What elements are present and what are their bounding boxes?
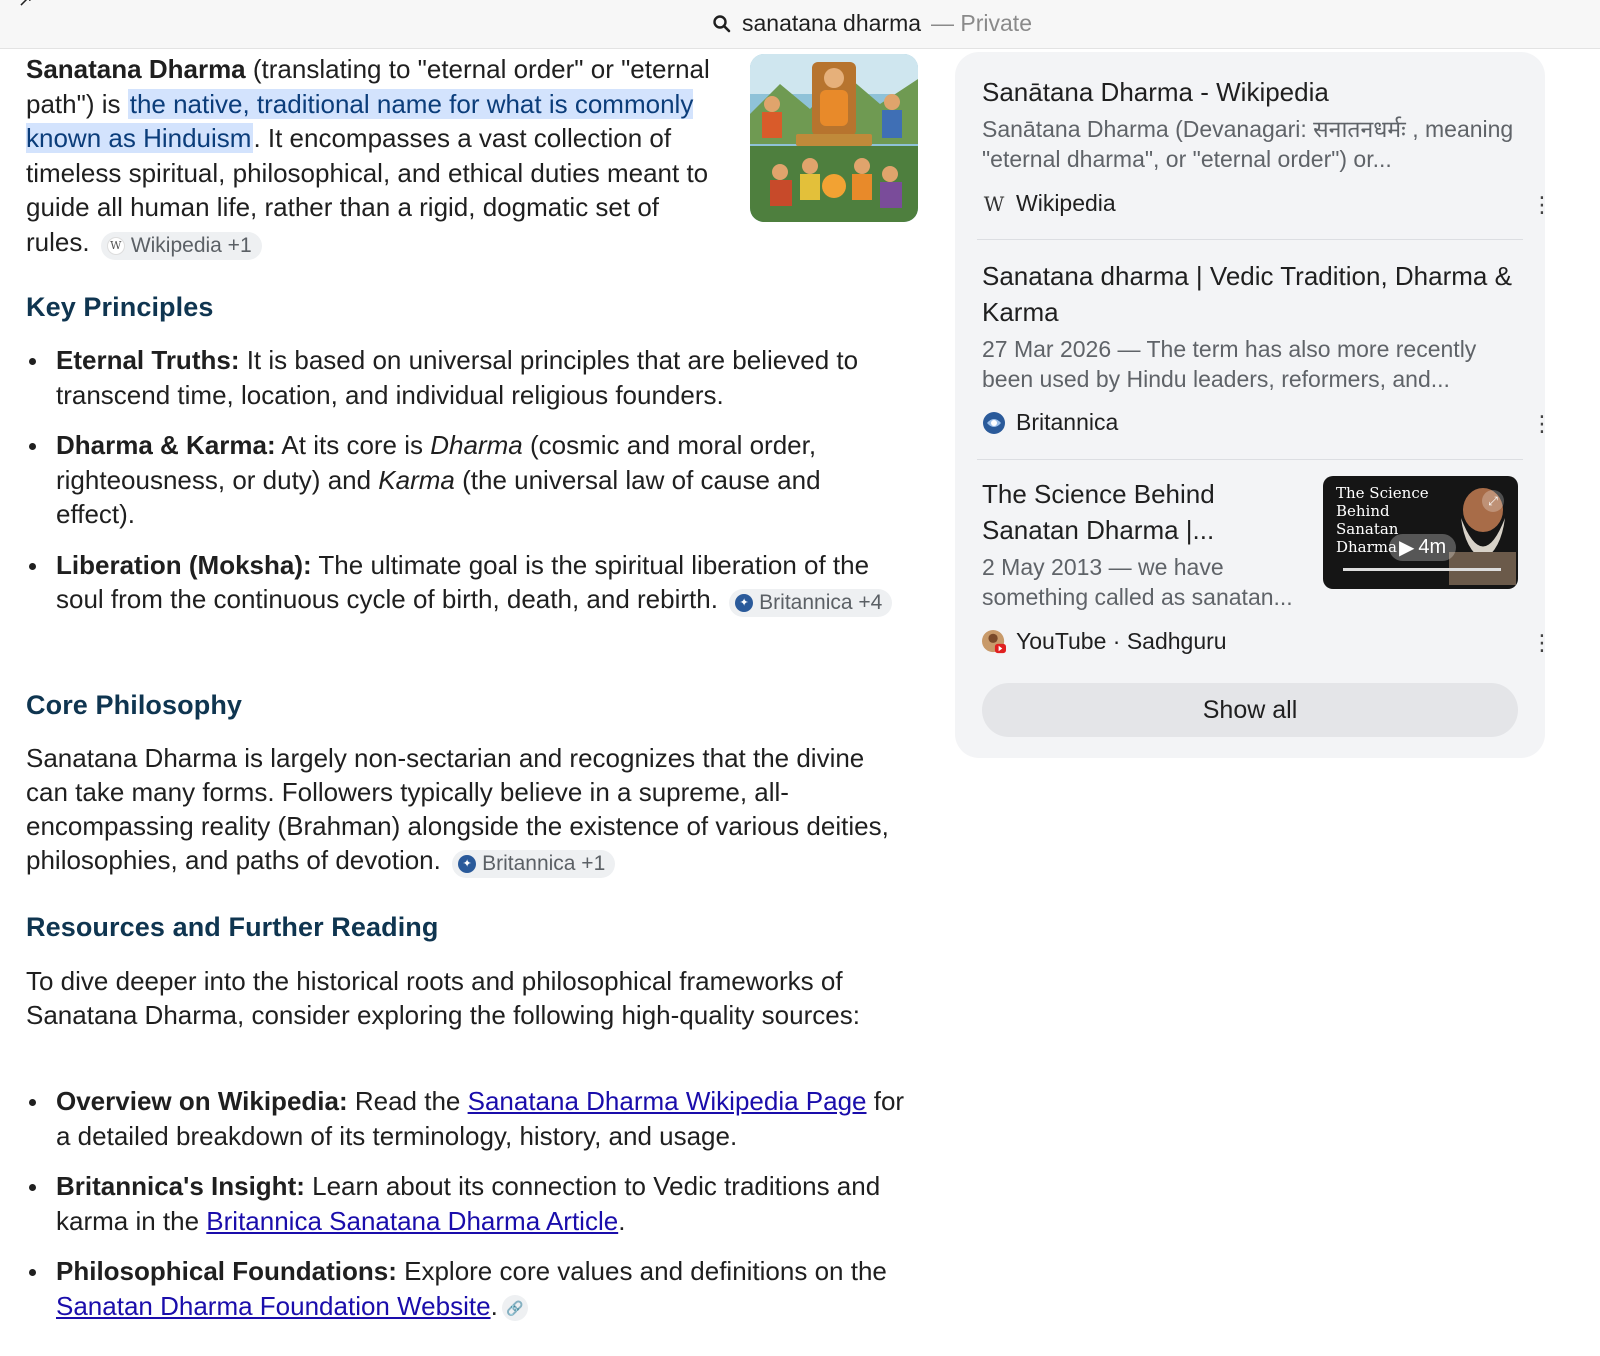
chip-label: Wikipedia +1 (130, 233, 252, 257)
source-chip-wikipedia[interactable]: W Wikipedia +1 (100, 231, 262, 260)
intro-paragraph: Sanatana Dharma (translating to "eternal… (26, 52, 716, 260)
intro-term: Sanatana Dharma (26, 54, 246, 84)
chip-label: Britannica +1 (482, 852, 606, 875)
card-snippet: 27 Mar 2026 — The term has also more rec… (982, 336, 1477, 392)
list-item: Britannica's Insight: Learn about its co… (26, 1169, 906, 1238)
card-title[interactable]: The Science Behind Sanatan Dharma |... (982, 476, 1312, 548)
source-card[interactable]: Sanatana dharma | Vedic Tradition, Dharm… (982, 258, 1520, 394)
key-principles-heading: Key Principles (26, 292, 214, 322)
item-term: Philosophical Foundations: (56, 1256, 397, 1286)
key-principles-list: Eternal Truths: It is based on universal… (26, 343, 906, 633)
vedic-culture-image[interactable] (750, 54, 918, 222)
divider (977, 459, 1523, 460)
chip-label: Britannica +4 (759, 591, 883, 614)
sources-panel: Sanātana Dharma - Wikipedia Sanātana Dha… (955, 52, 1553, 758)
card-snippet: Sanātana Dharma (Devanagari: सनातनधर्मः … (982, 116, 1514, 172)
more-options-icon[interactable]: ⋮ (1531, 632, 1553, 654)
source-chip-britannica[interactable]: ✦ Britannica +4 (729, 589, 893, 617)
source-name: Wikipedia (1016, 190, 1116, 216)
foundation-website-link[interactable]: Sanatan Dharma Foundation Website (56, 1291, 491, 1321)
wikipedia-icon: W (106, 236, 125, 255)
item-text: Read the (347, 1086, 468, 1116)
link-icon[interactable]: 🔗 (501, 1294, 528, 1321)
item-term: Dharma & Karma: (56, 430, 276, 460)
item-text: At its core is (275, 430, 431, 460)
divider (977, 239, 1523, 240)
private-label: — Private (931, 10, 1032, 36)
duration-badge: ▶ 4m (1389, 534, 1457, 561)
item-italic-dharma: Dharma (430, 430, 523, 460)
item-term: Liberation (Moksha): (56, 549, 312, 580)
resources-intro: To dive deeper into the historical roots… (26, 966, 860, 1030)
source-name: Britannica (1016, 409, 1119, 435)
expand-icon[interactable]: ⤢ (1482, 490, 1504, 512)
video-thumbnail[interactable]: The Science Behind Sanatan Dharma ⤢ ▶ 4m (1323, 476, 1518, 589)
britannica-icon: ✦ (735, 594, 754, 612)
britannica-icon: ✦ (458, 855, 477, 873)
more-options-icon[interactable]: ⋮ (1531, 413, 1553, 435)
intro-section: Sanatana Dharma (translating to "eternal… (26, 52, 926, 270)
list-item: Philosophical Foundations: Explore core … (26, 1254, 906, 1323)
item-text: . (490, 1290, 498, 1321)
search-query: sanatana dharma (742, 10, 922, 36)
youtube-channel-avatar (982, 629, 1006, 654)
tab-edge-icon: ↗ (18, 0, 34, 10)
resources-heading: Resources and Further Reading (26, 912, 439, 942)
list-item: Overview on Wikipedia: Read the Sanatana… (26, 1084, 906, 1153)
card-source: W Wikipedia (982, 190, 1116, 217)
item-term: Eternal Truths: (56, 345, 240, 375)
item-term: Overview on Wikipedia: (56, 1086, 348, 1116)
item-term: Britannica's Insight: (56, 1171, 305, 1201)
card-title[interactable]: Sanātana Dharma - Wikipedia (982, 74, 1520, 110)
source-name: YouTube · Sadhguru (1016, 628, 1227, 654)
card-source: Britannica (982, 409, 1118, 436)
card-title[interactable]: Sanatana dharma | Vedic Tradition, Dharm… (982, 258, 1520, 330)
core-philosophy-heading: Core Philosophy (26, 690, 243, 720)
resources-list: Overview on Wikipedia: Read the Sanatana… (26, 1084, 906, 1339)
wikipedia-page-link[interactable]: Sanatana Dharma Wikipedia Page (468, 1086, 867, 1116)
item-text: . (618, 1205, 626, 1236)
card-snippet: 2 May 2013 — we have something called as… (982, 554, 1293, 610)
duration-label: 4m (1418, 536, 1447, 558)
list-item: Liberation (Moksha): The ultimate goal i… (26, 548, 906, 617)
globe-icon (982, 411, 1006, 435)
source-chip-britannica[interactable]: ✦ Britannica +1 (452, 850, 616, 878)
ai-overview: Sanatana Dharma (translating to "eternal… (26, 52, 926, 270)
britannica-article-link[interactable]: Britannica Sanatana Dharma Article (206, 1206, 618, 1236)
item-text: Explore core values and definitions on t… (396, 1256, 887, 1286)
source-card[interactable]: The Science Behind Sanatan Dharma |... 2… (982, 476, 1312, 612)
search-field[interactable]: sanatana dharma — Private (712, 10, 1032, 37)
wikipedia-icon: W (983, 191, 1005, 216)
more-options-icon[interactable]: ⋮ (1531, 194, 1553, 216)
item-italic-karma: Karma (378, 464, 455, 495)
list-item: Dharma & Karma: At its core is Dharma (c… (26, 428, 906, 532)
core-philosophy-paragraph: Sanatana Dharma is largely non-sectarian… (26, 741, 906, 878)
list-item: Eternal Truths: It is based on universal… (26, 343, 906, 412)
show-all-button[interactable]: Show all (982, 683, 1518, 737)
source-card[interactable]: Sanātana Dharma - Wikipedia Sanātana Dha… (982, 74, 1520, 174)
search-icon (713, 14, 731, 32)
address-bar[interactable]: ↗ sanatana dharma — Private (0, 0, 1600, 49)
card-source: YouTube · Sadhguru (982, 628, 1227, 655)
progress-bar (1343, 568, 1501, 571)
play-icon: ▶ (1399, 537, 1415, 559)
